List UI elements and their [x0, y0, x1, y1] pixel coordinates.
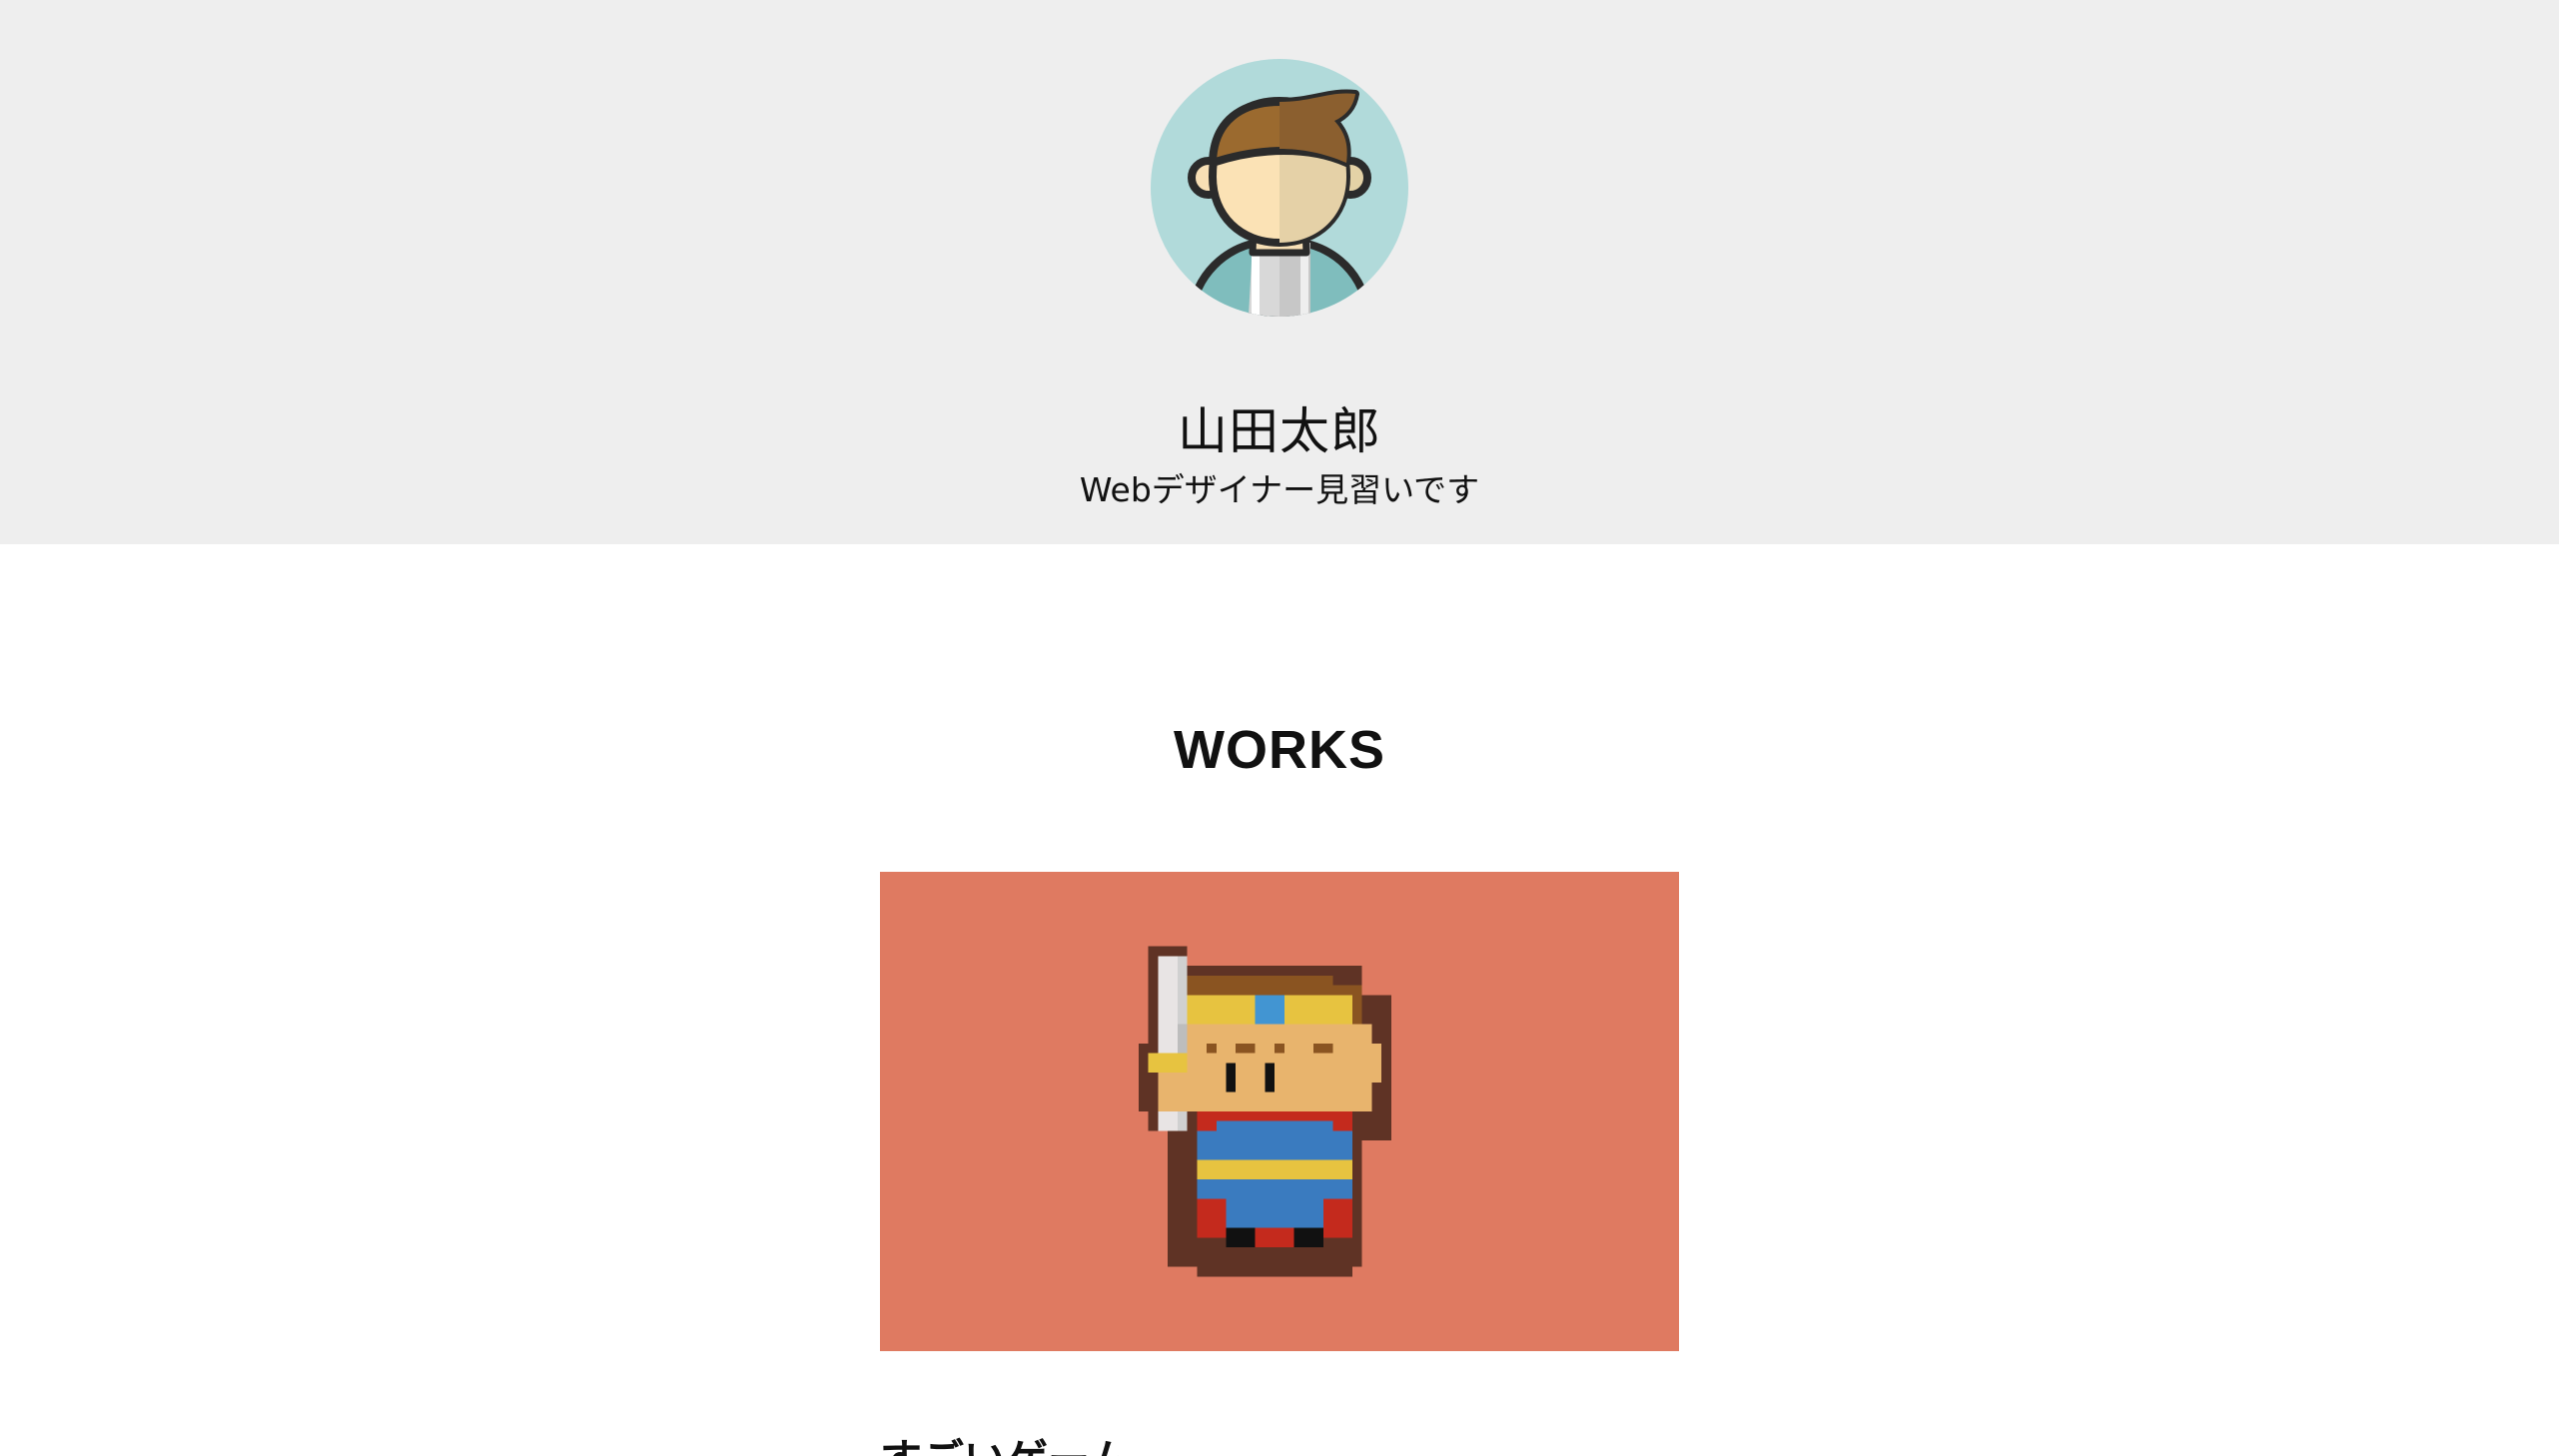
profile-header: 山田太郎 Webデザイナー見習いです: [0, 0, 2559, 544]
work-title[interactable]: すごいゲーム: [880, 1430, 1679, 1456]
profile-role: Webデザイナー見習いです: [1079, 470, 1480, 509]
portfolio-page: 山田太郎 Webデザイナー見習いです WORKS: [0, 0, 2559, 1456]
pixel-hero-icon: [1139, 946, 1391, 1277]
work-card[interactable]: [880, 872, 1679, 1351]
profile-name: 山田太郎: [1178, 401, 1381, 460]
person-avatar-icon: [1151, 59, 1408, 317]
works-section-title: WORKS: [1174, 719, 1385, 780]
